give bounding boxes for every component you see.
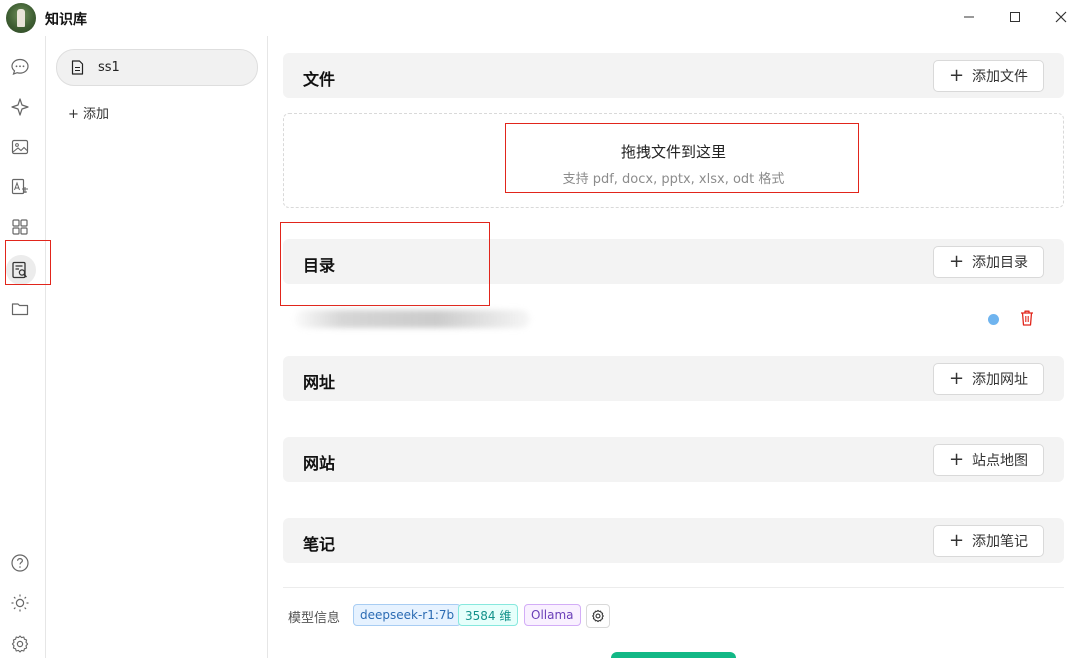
footer-divider: [283, 587, 1064, 588]
sitemap-button[interactable]: + 站点地图: [933, 444, 1044, 476]
sitemap-label: 站点地图: [972, 453, 1029, 469]
notes-section-title: 笔记: [303, 535, 336, 554]
knowledge-base-list: ss1 + 添加: [46, 36, 268, 658]
theme-sun-icon[interactable]: [8, 591, 32, 615]
knowledge-base-item-label: ss1: [98, 60, 120, 75]
primary-action-button[interactable]: [611, 652, 736, 658]
highlight-box-directory: [280, 222, 490, 306]
website-section-header: 网站 + 站点地图: [283, 437, 1064, 482]
apps-grid-icon[interactable]: [8, 215, 32, 239]
website-section-title: 网站: [303, 454, 336, 473]
document-icon: [70, 60, 84, 76]
gear-icon: [592, 609, 604, 623]
url-section-header: 网址 + 添加网址: [283, 356, 1064, 401]
plus-icon: +: [948, 368, 965, 389]
provider-tag: Ollama: [524, 604, 581, 626]
app-avatar[interactable]: [6, 3, 36, 33]
files-section-title: 文件: [303, 70, 336, 89]
folder-icon[interactable]: [8, 297, 32, 321]
model-settings-button[interactable]: [586, 604, 610, 628]
trash-icon: [1021, 310, 1033, 326]
plus-icon: +: [948, 251, 965, 272]
image-icon[interactable]: [8, 135, 32, 159]
url-section-title: 网址: [303, 373, 336, 392]
plus-icon: +: [948, 449, 965, 470]
minimize-button[interactable]: [946, 0, 992, 34]
add-knowledge-base-button[interactable]: + 添加: [68, 103, 109, 122]
maximize-button[interactable]: [992, 0, 1038, 34]
add-note-label: 添加笔记: [972, 534, 1029, 550]
title-bar: 知识库: [0, 0, 1080, 36]
minimize-icon: [964, 16, 974, 18]
plus-icon: +: [948, 65, 965, 86]
help-icon[interactable]: [8, 551, 32, 575]
maximize-icon: [1010, 12, 1020, 22]
sparkle-icon[interactable]: [8, 95, 32, 119]
app-title: 知识库: [45, 12, 87, 28]
add-file-label: 添加文件: [972, 69, 1029, 85]
files-section-header: 文件 + 添加文件: [283, 53, 1064, 98]
add-url-label: 添加网址: [972, 372, 1029, 388]
model-info-label: 模型信息: [288, 611, 341, 626]
status-dot: [988, 314, 999, 325]
translate-image-icon[interactable]: [8, 175, 32, 199]
plus-icon: +: [948, 530, 965, 551]
knowledge-base-item[interactable]: ss1: [56, 49, 258, 86]
add-directory-label: 添加目录: [972, 255, 1029, 271]
close-icon: [1055, 11, 1067, 23]
add-note-button[interactable]: + 添加笔记: [933, 525, 1044, 557]
delete-directory-button[interactable]: [1019, 309, 1035, 327]
notes-section-header: 笔记 + 添加笔记: [283, 518, 1064, 563]
left-rail: [0, 36, 46, 658]
settings-gear-icon[interactable]: [8, 632, 32, 656]
close-button[interactable]: [1038, 0, 1080, 34]
model-name-tag: deepseek-r1:7b: [353, 604, 462, 626]
highlight-box-rail: [5, 240, 51, 285]
add-directory-button[interactable]: + 添加目录: [933, 246, 1044, 278]
highlight-box-dropzone: [505, 123, 859, 193]
dimensions-tag: 3584 维: [458, 604, 519, 626]
add-url-button[interactable]: + 添加网址: [933, 363, 1044, 395]
add-file-button[interactable]: + 添加文件: [933, 60, 1044, 92]
chat-icon[interactable]: [8, 55, 32, 79]
directory-entry-path-redacted: [295, 310, 530, 328]
